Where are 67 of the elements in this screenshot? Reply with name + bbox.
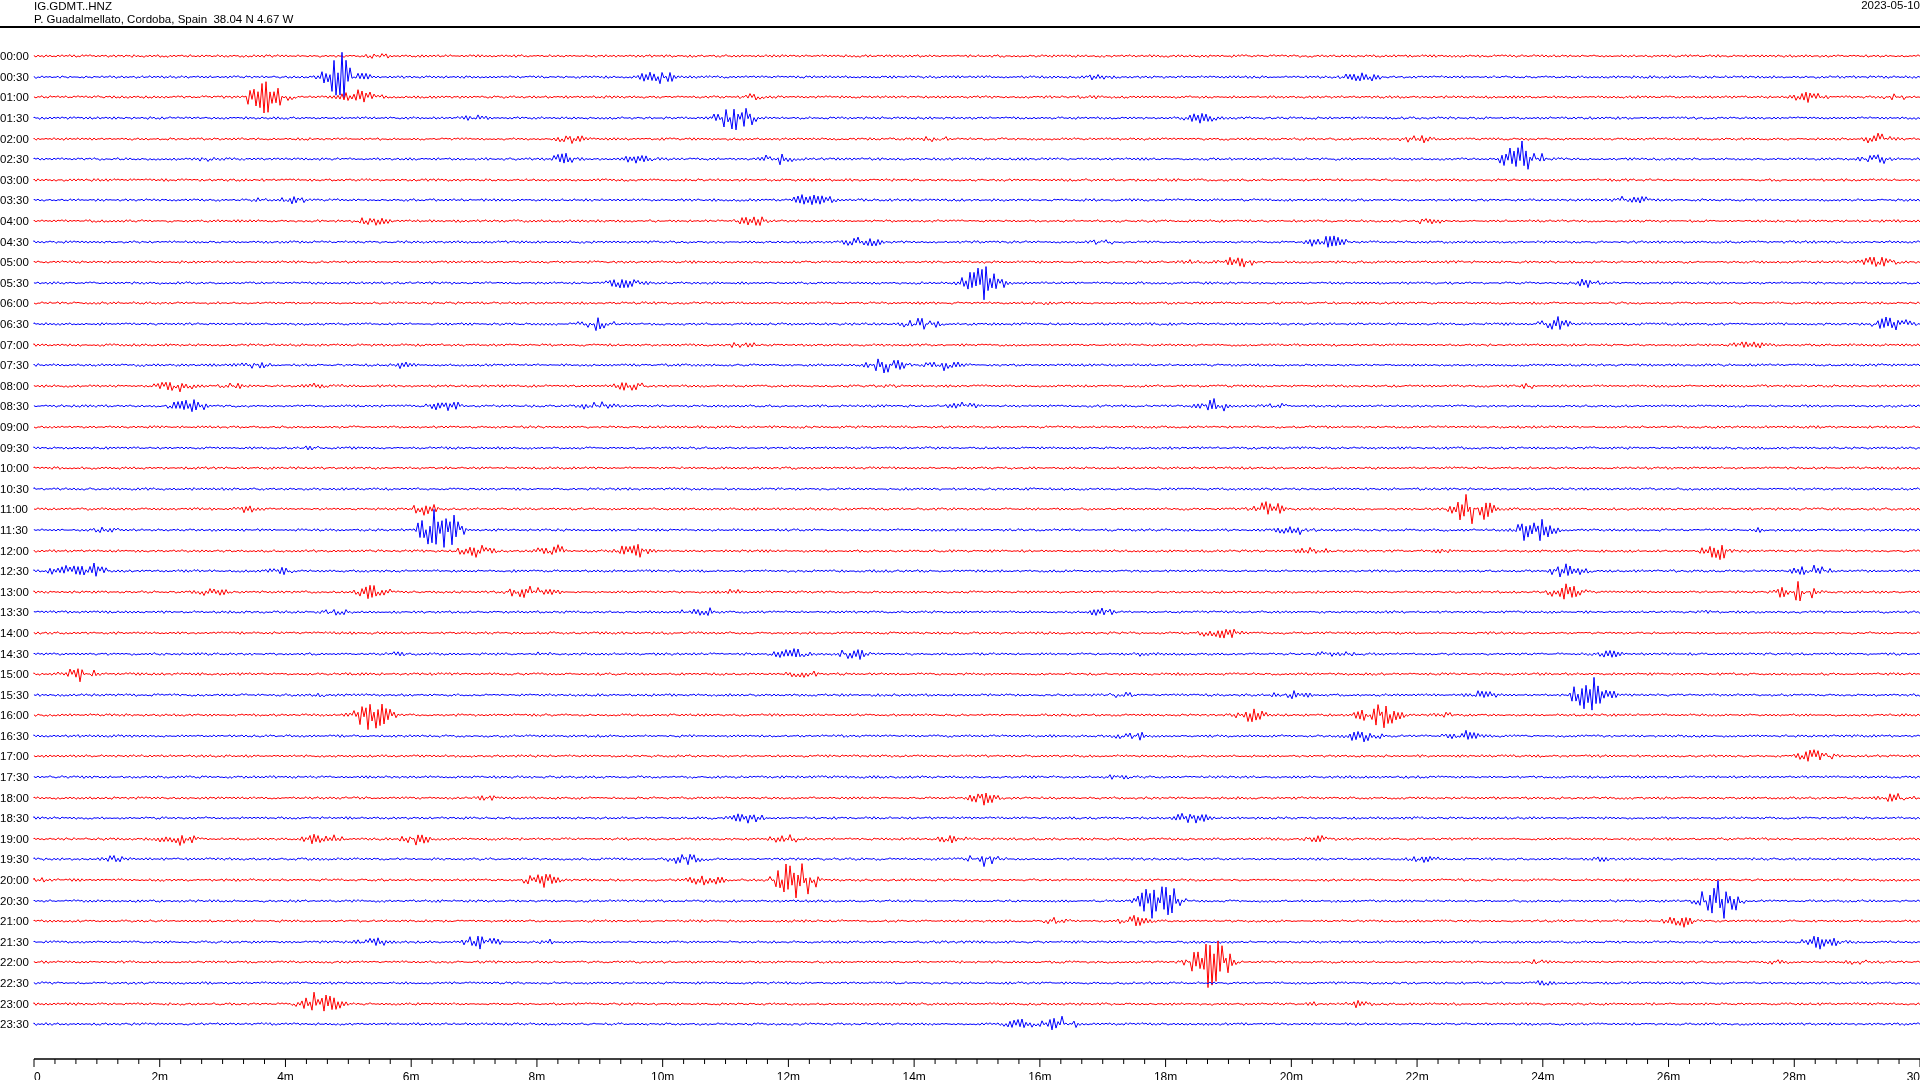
axis-tick-label: 26m (1656, 1069, 1681, 1080)
axis-tick-label: 8m (528, 1069, 546, 1080)
axis-tick-label: 14m (902, 1069, 926, 1080)
time-label: 15:30 (0, 688, 30, 701)
time-label: 05:00 (0, 256, 30, 269)
time-label: 17:00 (0, 750, 30, 763)
axis-tick-label: 6m (402, 1069, 420, 1080)
time-label: 22:00 (0, 956, 30, 969)
time-label: 20:30 (0, 894, 30, 907)
axis-tick-label: 18m (1153, 1069, 1178, 1080)
time-label: 09:30 (0, 441, 30, 454)
axis-tick-label: 28m (1782, 1069, 1806, 1080)
axis-tick-label: 0 (34, 1069, 41, 1080)
time-label: 03:30 (0, 194, 30, 207)
time-label: 22:30 (0, 977, 30, 989)
time-label: 18:00 (0, 791, 30, 804)
time-label: 15:00 (0, 668, 30, 681)
time-label: 06:00 (0, 297, 30, 310)
time-label: 02:00 (0, 132, 30, 145)
time-label: 12:00 (0, 544, 30, 557)
time-label: 01:00 (0, 91, 30, 104)
time-label: 18:30 (0, 812, 30, 825)
axis-tick-label: 4m (277, 1069, 294, 1080)
time-label: 06:30 (0, 318, 30, 330)
time-label: 03:00 (0, 173, 30, 186)
time-label: 10:00 (0, 462, 30, 475)
time-label: 08:30 (0, 400, 30, 413)
plot-date: 2023-05-10 (1861, 0, 1920, 12)
time-label: 13:30 (0, 606, 30, 619)
time-label: 14:00 (0, 626, 30, 639)
time-label: 00:30 (0, 70, 30, 83)
time-label: 21:30 (0, 935, 30, 948)
time-label: 20:00 (0, 874, 30, 887)
axis-tick-label: 16m (1028, 1069, 1052, 1080)
station-code: IG.GDMT..HNZ (34, 0, 113, 13)
time-label: 08:00 (0, 379, 30, 392)
time-label: 16:30 (0, 729, 30, 742)
axis-tick-label: 2m (151, 1069, 169, 1080)
time-label: 13:00 (0, 585, 30, 598)
axis-tick-label: 10m (651, 1069, 675, 1080)
station-location: P. Guadalmellato, Cordoba, Spain 38.04 N 4.67 W (34, 13, 294, 26)
time-label: 09:00 (0, 421, 30, 433)
axis-tick-label: 24m (1531, 1069, 1555, 1080)
time-label: 02:30 (0, 153, 30, 166)
time-label: 05:30 (0, 276, 30, 289)
axis-tick-label: 22m (1405, 1069, 1429, 1080)
time-label: 19:00 (0, 832, 30, 845)
time-label: 17:30 (0, 771, 30, 784)
time-label: 11:30 (0, 523, 29, 536)
time-label: 07:00 (0, 338, 30, 351)
axis-tick-label: 30 (1906, 1069, 1920, 1080)
axis-tick-label: 12m (776, 1069, 801, 1080)
time-label: 00:00 (0, 50, 30, 63)
time-label: 14:30 (0, 647, 30, 660)
time-label: 12:30 (0, 565, 30, 578)
time-label: 23:00 (0, 997, 30, 1010)
time-label: 01:30 (0, 112, 30, 125)
time-label: 04:00 (0, 215, 30, 228)
time-label: 19:30 (0, 853, 30, 866)
time-label: 23:30 (0, 1018, 30, 1031)
time-label: 21:00 (0, 915, 30, 928)
time-label: 16:00 (0, 709, 30, 722)
time-label: 04:30 (0, 235, 30, 248)
time-label: 10:30 (0, 482, 30, 495)
time-label: 07:30 (0, 359, 30, 372)
time-label: 11:00 (0, 503, 29, 516)
axis-tick-label: 20m (1279, 1069, 1303, 1080)
